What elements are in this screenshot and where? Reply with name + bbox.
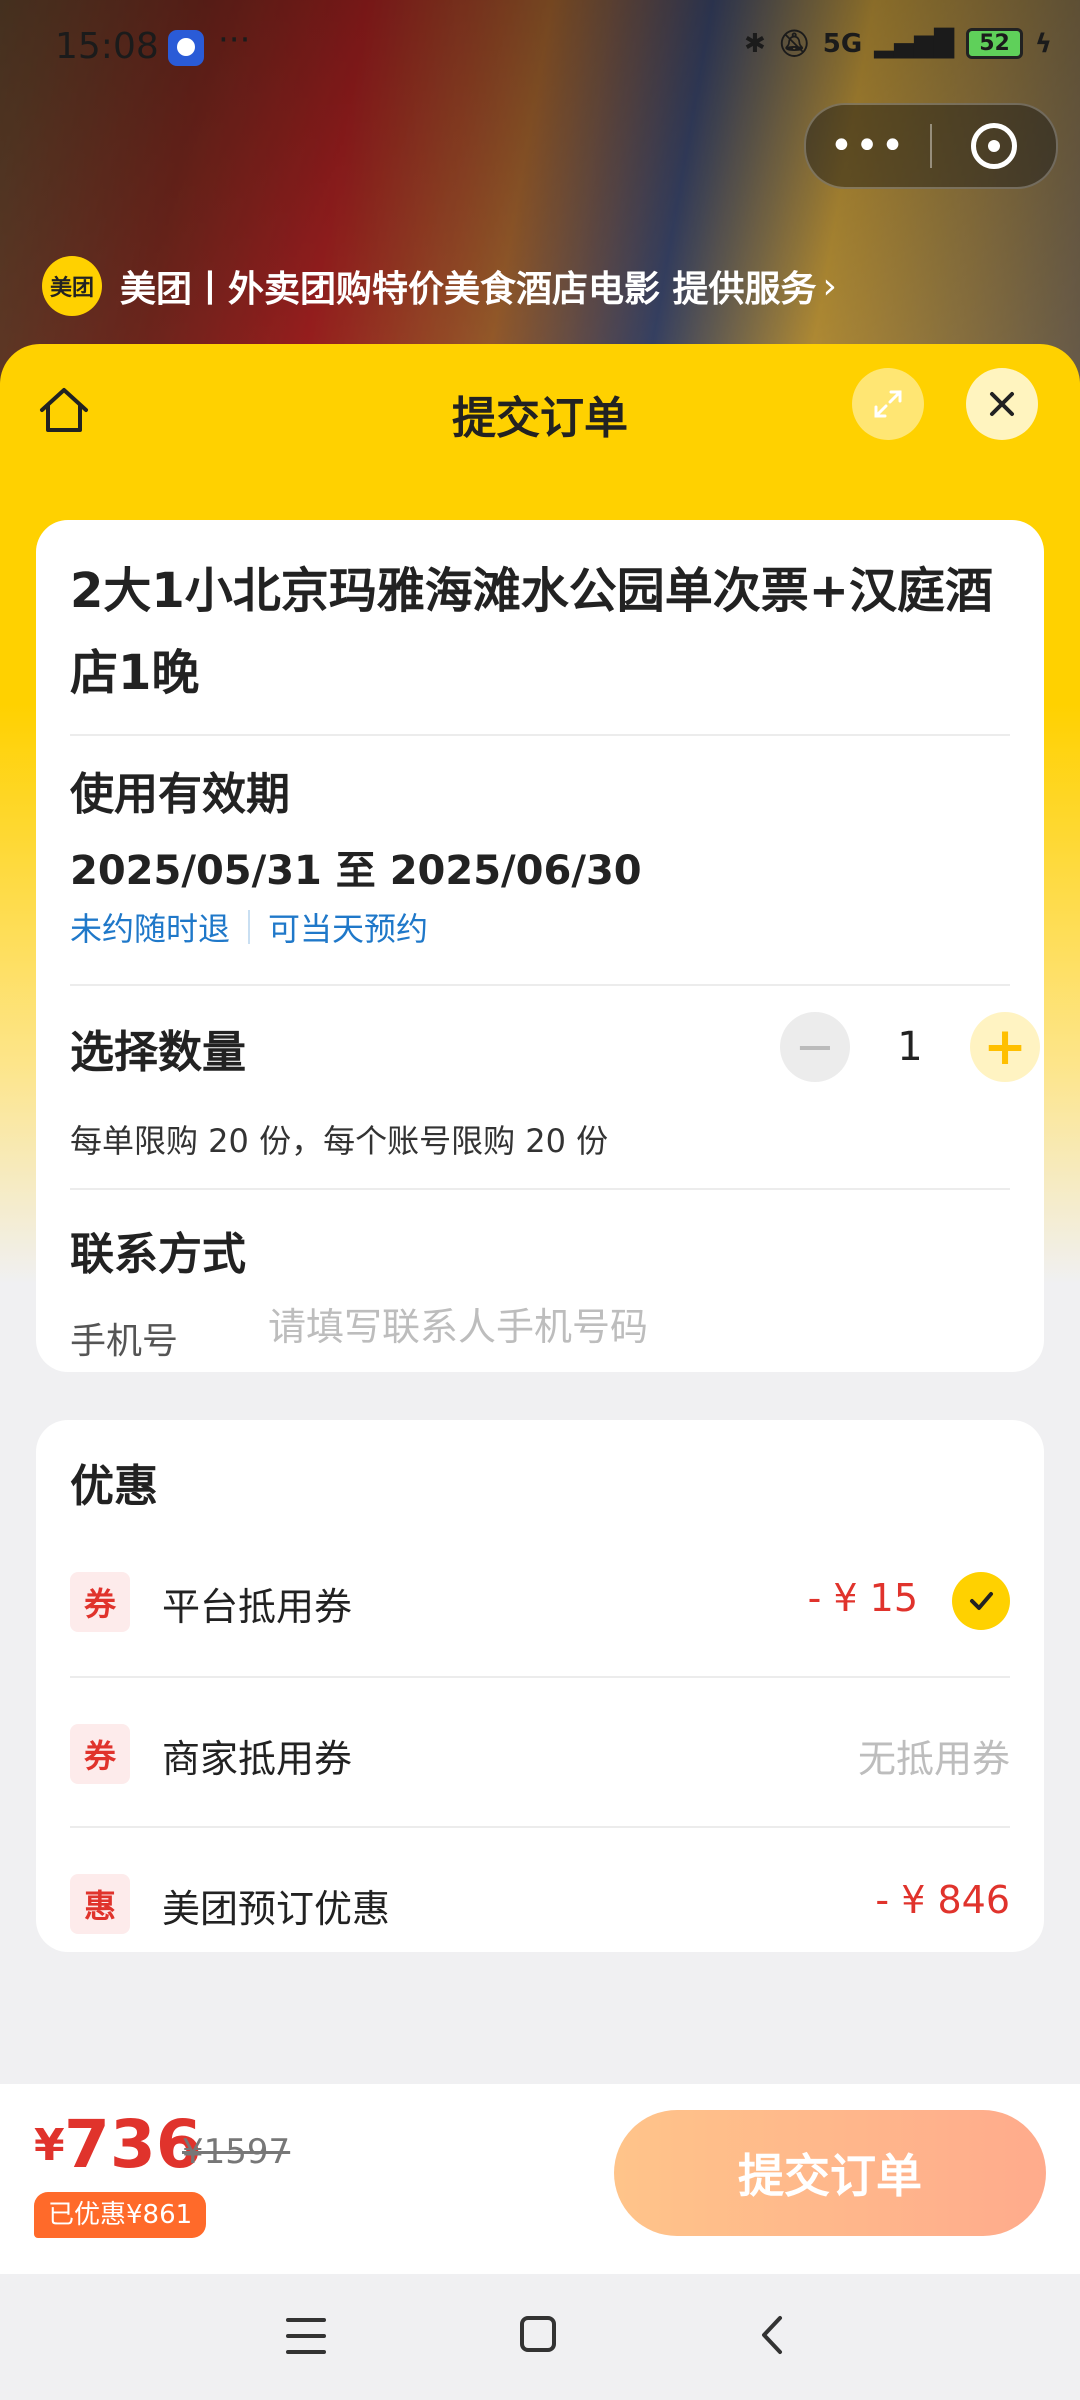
tag-separator — [248, 910, 251, 944]
discount-label: 平台抵用券 — [162, 1585, 353, 1629]
more-options-button[interactable]: ••• — [806, 105, 930, 187]
discounts-title: 优惠 — [70, 1461, 158, 1512]
refund-tag: 未约随时退 — [70, 910, 231, 948]
close-miniprogram-button[interactable] — [932, 123, 1056, 169]
discount-row-booking[interactable]: 惠 美团预订优惠 - ¥ 846 — [36, 1828, 1044, 1978]
currency-symbol: ¥ — [34, 2120, 65, 2171]
discount-value: - ¥ 846 — [875, 1878, 1010, 1922]
order-details-card: 2大1小北京玛雅海滩水公园单次票+汉庭酒店1晚 使用有效期 2025/05/31… — [36, 520, 1044, 1372]
menu-icon[interactable] — [286, 2318, 326, 2354]
mute-icon: 🔕︎ — [777, 28, 811, 59]
quantity-stepper: − 1 + — [780, 1012, 1040, 1082]
app-notification-icon — [168, 30, 204, 66]
purchase-limit: 每单限购 20 份，每个账号限购 20 份 — [70, 1122, 609, 1160]
expand-button[interactable] — [852, 368, 924, 440]
target-icon — [971, 123, 1017, 169]
validity-title: 使用有效期 — [70, 769, 290, 820]
original-price: ¥1597 — [182, 2132, 291, 2172]
submit-order-button[interactable]: 提交订单 — [614, 2110, 1046, 2236]
decrease-button[interactable]: − — [780, 1012, 850, 1082]
status-time: 15:08 — [55, 26, 159, 67]
product-name: 2大1小北京玛雅海滩水公园单次票+汉庭酒店1晚 — [70, 563, 994, 701]
discount-value: - ¥ 15 — [807, 1576, 918, 1620]
divider — [70, 734, 1010, 736]
coupon-icon: 券 — [70, 1572, 130, 1632]
coupon-icon: 券 — [70, 1724, 130, 1784]
discount-value: 无抵用券 — [857, 1737, 1010, 1781]
status-bar: 15:08 ··· ✱ 🔕︎ 5G ▂▄▆█ 52 ϟ — [0, 0, 1080, 100]
network-label: 5G — [822, 28, 863, 59]
discount-row-platform[interactable]: 券 平台抵用券 - ¥ 15 — [36, 1526, 1044, 1676]
miniprogram-capsule: ••• — [804, 103, 1058, 189]
back-icon[interactable] — [752, 2310, 792, 2360]
bluetooth-icon: ✱ — [743, 28, 766, 59]
expand-icon — [874, 390, 902, 418]
sheet-header: 提交订单 — [0, 344, 1080, 474]
quantity-title: 选择数量 — [70, 1027, 246, 1078]
battery-icon: 52 — [966, 28, 1023, 59]
same-day-tag: 可当天预约 — [268, 910, 429, 948]
discount-row-merchant[interactable]: 券 商家抵用券 无抵用券 — [36, 1678, 1044, 1828]
increase-button[interactable]: + — [970, 1012, 1040, 1082]
phone-label: 手机号 — [70, 1321, 179, 1362]
status-icons: ✱ 🔕︎ 5G ▂▄▆█ 52 ϟ — [744, 28, 1052, 59]
chevron-right-icon: › — [822, 265, 837, 307]
provider-info[interactable]: 美团 美团丨外卖团购特价美食酒店电影 提供服务 › — [42, 256, 837, 316]
close-icon — [990, 392, 1014, 416]
system-nav-bar — [0, 2274, 1080, 2400]
divider — [70, 1188, 1010, 1190]
provider-text: 美团丨外卖团购特价美食酒店电影 提供服务 — [120, 269, 817, 310]
quantity-value: 1 — [897, 1024, 923, 1070]
saved-badge: 已优惠¥861 — [34, 2192, 207, 2238]
close-button[interactable] — [966, 368, 1038, 440]
more-notifications-icon: ··· — [218, 20, 251, 60]
meituan-logo: 美团 — [42, 256, 102, 316]
discounts-card: 优惠 券 平台抵用券 - ¥ 15 券 商家抵用券 无抵用券 惠 美团预订优惠 … — [36, 1420, 1044, 1952]
divider — [70, 984, 1010, 986]
checkout-bar: ¥ 736 ¥1597 已优惠¥861 提交订单 — [0, 2084, 1080, 2274]
charging-icon: ϟ — [1034, 28, 1052, 59]
phone-input[interactable] — [266, 1304, 970, 1350]
discount-icon: 惠 — [70, 1874, 130, 1934]
signal-icon: ▂▄▆█ — [874, 28, 955, 59]
policy-tags: 未约随时退 可当天预约 — [70, 904, 428, 950]
home-nav-icon[interactable] — [520, 2316, 556, 2352]
checkmark-icon[interactable] — [952, 1572, 1010, 1630]
validity-range: 2025/05/31 至 2025/06/30 — [70, 848, 642, 894]
discount-label: 美团预订优惠 — [162, 1887, 391, 1931]
contact-title: 联系方式 — [70, 1229, 246, 1280]
discount-label: 商家抵用券 — [162, 1737, 353, 1781]
